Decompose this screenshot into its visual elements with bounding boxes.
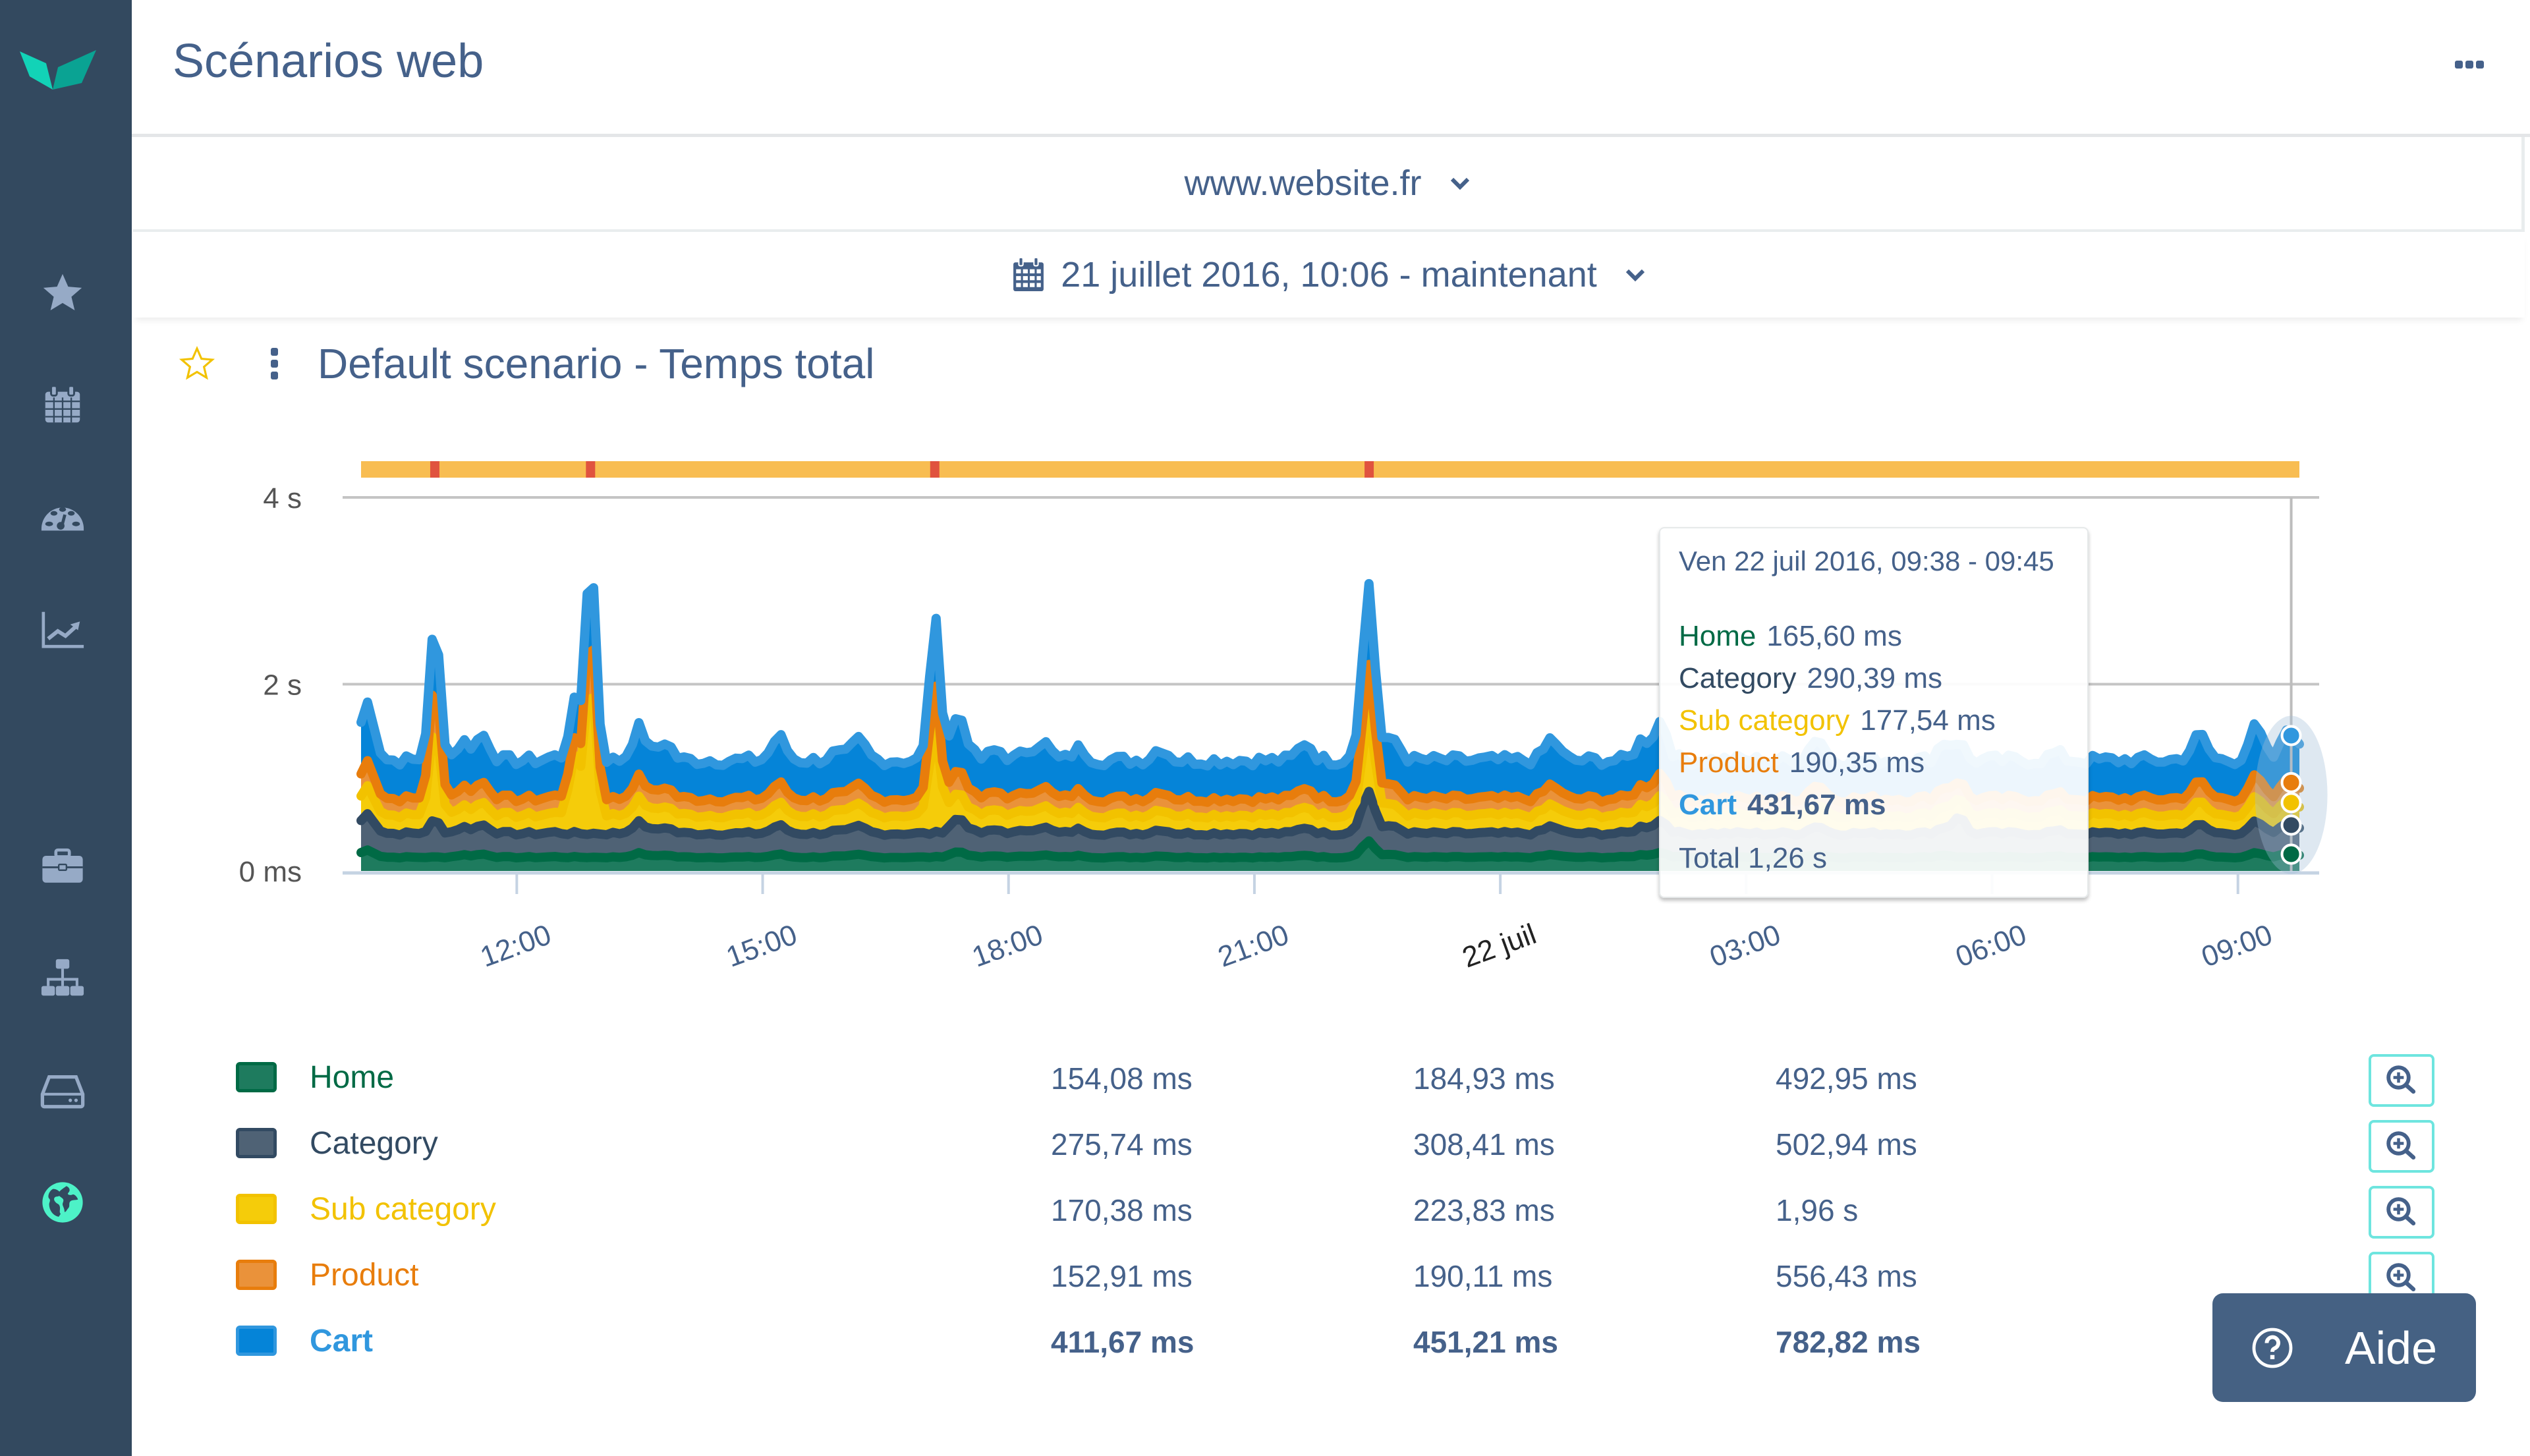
legend-avg-value: 190,11 ms [1413,1259,1553,1293]
x-tick-label: 18:00 [968,918,1047,974]
legend-min-value: 275,74 ms [1051,1127,1193,1162]
hover-marker [2255,497,2328,874]
y-tick-label: 0 ms [239,856,302,888]
hover-point [2280,792,2302,814]
tooltip-row: Product 190,35 ms [1679,742,2087,784]
legend-series-name[interactable]: Home [310,1059,394,1096]
legend-min-value: 170,38 ms [1051,1193,1193,1227]
availability-status-bar[interactable] [361,461,2299,478]
series-toggle-swatch[interactable] [236,1128,277,1158]
hover-point [2280,843,2302,865]
zoom-series-button[interactable] [2369,1120,2434,1173]
x-tick-label: 22 juil [1458,918,1540,974]
status-bar-incident [430,461,439,478]
sidebar-item-web-scenarios[interactable] [33,1176,92,1229]
tooltip-row: Sub category 177,54 ms [1679,700,2087,742]
legend-row: Sub category 170,38 ms 223,83 ms 1,96 s [234,1186,2474,1239]
tooltip-series-value: 177,54 ms [1860,704,1996,737]
legend-max-value: 1,96 s [1776,1193,1859,1227]
legend-max-value: 782,82 ms [1776,1325,1921,1359]
legend-series-name[interactable]: Product [310,1257,418,1293]
chart-tooltip: Ven 22 juil 2016, 09:38 - 09:45 Home 165,… [1659,527,2089,898]
help-button[interactable]: Aide [2212,1293,2476,1402]
status-bar-ok [361,461,2299,478]
status-bar-incident [930,461,940,478]
series-toggle-swatch[interactable] [236,1326,277,1356]
legend-max-value: 556,43 ms [1776,1259,1917,1293]
legend-avg-value: 223,83 ms [1413,1193,1555,1227]
y-tick-label: 2 s [263,669,302,702]
legend-min-value: 152,91 ms [1051,1259,1193,1293]
x-tick-label: 06:00 [1952,918,2031,974]
x-tick-label: 15:00 [722,918,801,974]
legend-row: Product 152,91 ms 190,11 ms 556,43 ms [234,1252,2474,1304]
legend-avg-value: 184,93 ms [1413,1061,1555,1096]
tooltip-series-name: Product [1679,746,1779,779]
legend-row: Home 154,08 ms 184,93 ms 492,95 ms [234,1054,2474,1107]
zoom-in-icon [2386,1197,2416,1226]
tooltip-series-name: Category [1679,662,1797,694]
y-tick-label: 4 s [263,482,302,515]
x-tick-label: 03:00 [1706,918,1785,974]
tooltip-row: Category 290,39 ms [1679,658,2087,700]
tooltip-row: Cart 431,67 ms [1679,784,2087,826]
tooltip-series-value: 290,39 ms [1807,662,1943,694]
x-tick-label: 21:00 [1214,918,1293,974]
zoom-series-button[interactable] [2369,1186,2434,1239]
legend-avg-value: 308,41 ms [1413,1127,1555,1162]
sidebar-item-servers[interactable] [33,1064,92,1117]
legend-min-value: 154,08 ms [1051,1061,1193,1096]
legend-max-value: 502,94 ms [1776,1127,1917,1162]
zoom-in-icon [2386,1131,2416,1160]
tooltip-series-name: Cart [1679,789,1737,821]
tooltip-date: Ven 22 juil 2016, 09:38 - 09:45 [1679,546,2054,576]
tooltip-series-name: Home [1679,620,1757,652]
hover-point [2280,725,2302,746]
legend-row: Category 275,74 ms 308,41 ms 502,94 ms [234,1120,2474,1173]
hover-point [2280,771,2302,793]
legend-row: Cart 411,67 ms 451,21 ms 782,82 ms [234,1318,2474,1370]
legend-series-name[interactable]: Category [310,1125,438,1162]
status-bar-incident [1364,461,1374,478]
tooltip-total: Total 1,26 s [1679,842,1828,874]
legend-series-name[interactable]: Sub category [310,1191,496,1227]
tooltip-series-value: 431,67 ms [1747,789,1886,821]
stacked-area-chart[interactable]: 12:00 15:00 18:00 21:00 22 juil 03:00 06:00 09:… [0,0,2530,1028]
hard-drive-icon [40,1075,85,1109]
series-toggle-swatch[interactable] [236,1062,277,1092]
x-tick-label: 09:00 [2197,918,2276,974]
legend-avg-value: 451,21 ms [1413,1325,1558,1359]
legend-max-value: 492,95 ms [1776,1061,1917,1096]
y-axis: 0 ms 2 s 4 s [239,482,302,888]
question-circle-icon [2252,1328,2293,1368]
tooltip-row: Home 165,60 ms [1679,615,2087,658]
legend-series-name[interactable]: Cart [310,1323,373,1359]
zoom-series-button[interactable] [2369,1054,2434,1107]
legend-min-value: 411,67 ms [1051,1325,1195,1359]
series-toggle-swatch[interactable] [236,1260,277,1290]
globe-icon [42,1182,83,1223]
zoom-in-icon [2386,1065,2416,1094]
x-axis: 12:00 15:00 18:00 21:00 22 juil 03:00 06:00 09:… [476,918,2277,974]
status-bar-incident [586,461,596,478]
hover-point [2280,814,2302,836]
help-button-label: Aide [2344,1322,2438,1374]
tooltip-series-value: 165,60 ms [1766,620,1902,652]
tooltip-series-value: 190,35 ms [1789,746,1925,779]
x-tick-label: 12:00 [476,918,555,974]
series-toggle-swatch[interactable] [236,1194,277,1224]
zoom-in-icon [2386,1263,2416,1292]
tooltip-series-name: Sub category [1679,704,1850,737]
